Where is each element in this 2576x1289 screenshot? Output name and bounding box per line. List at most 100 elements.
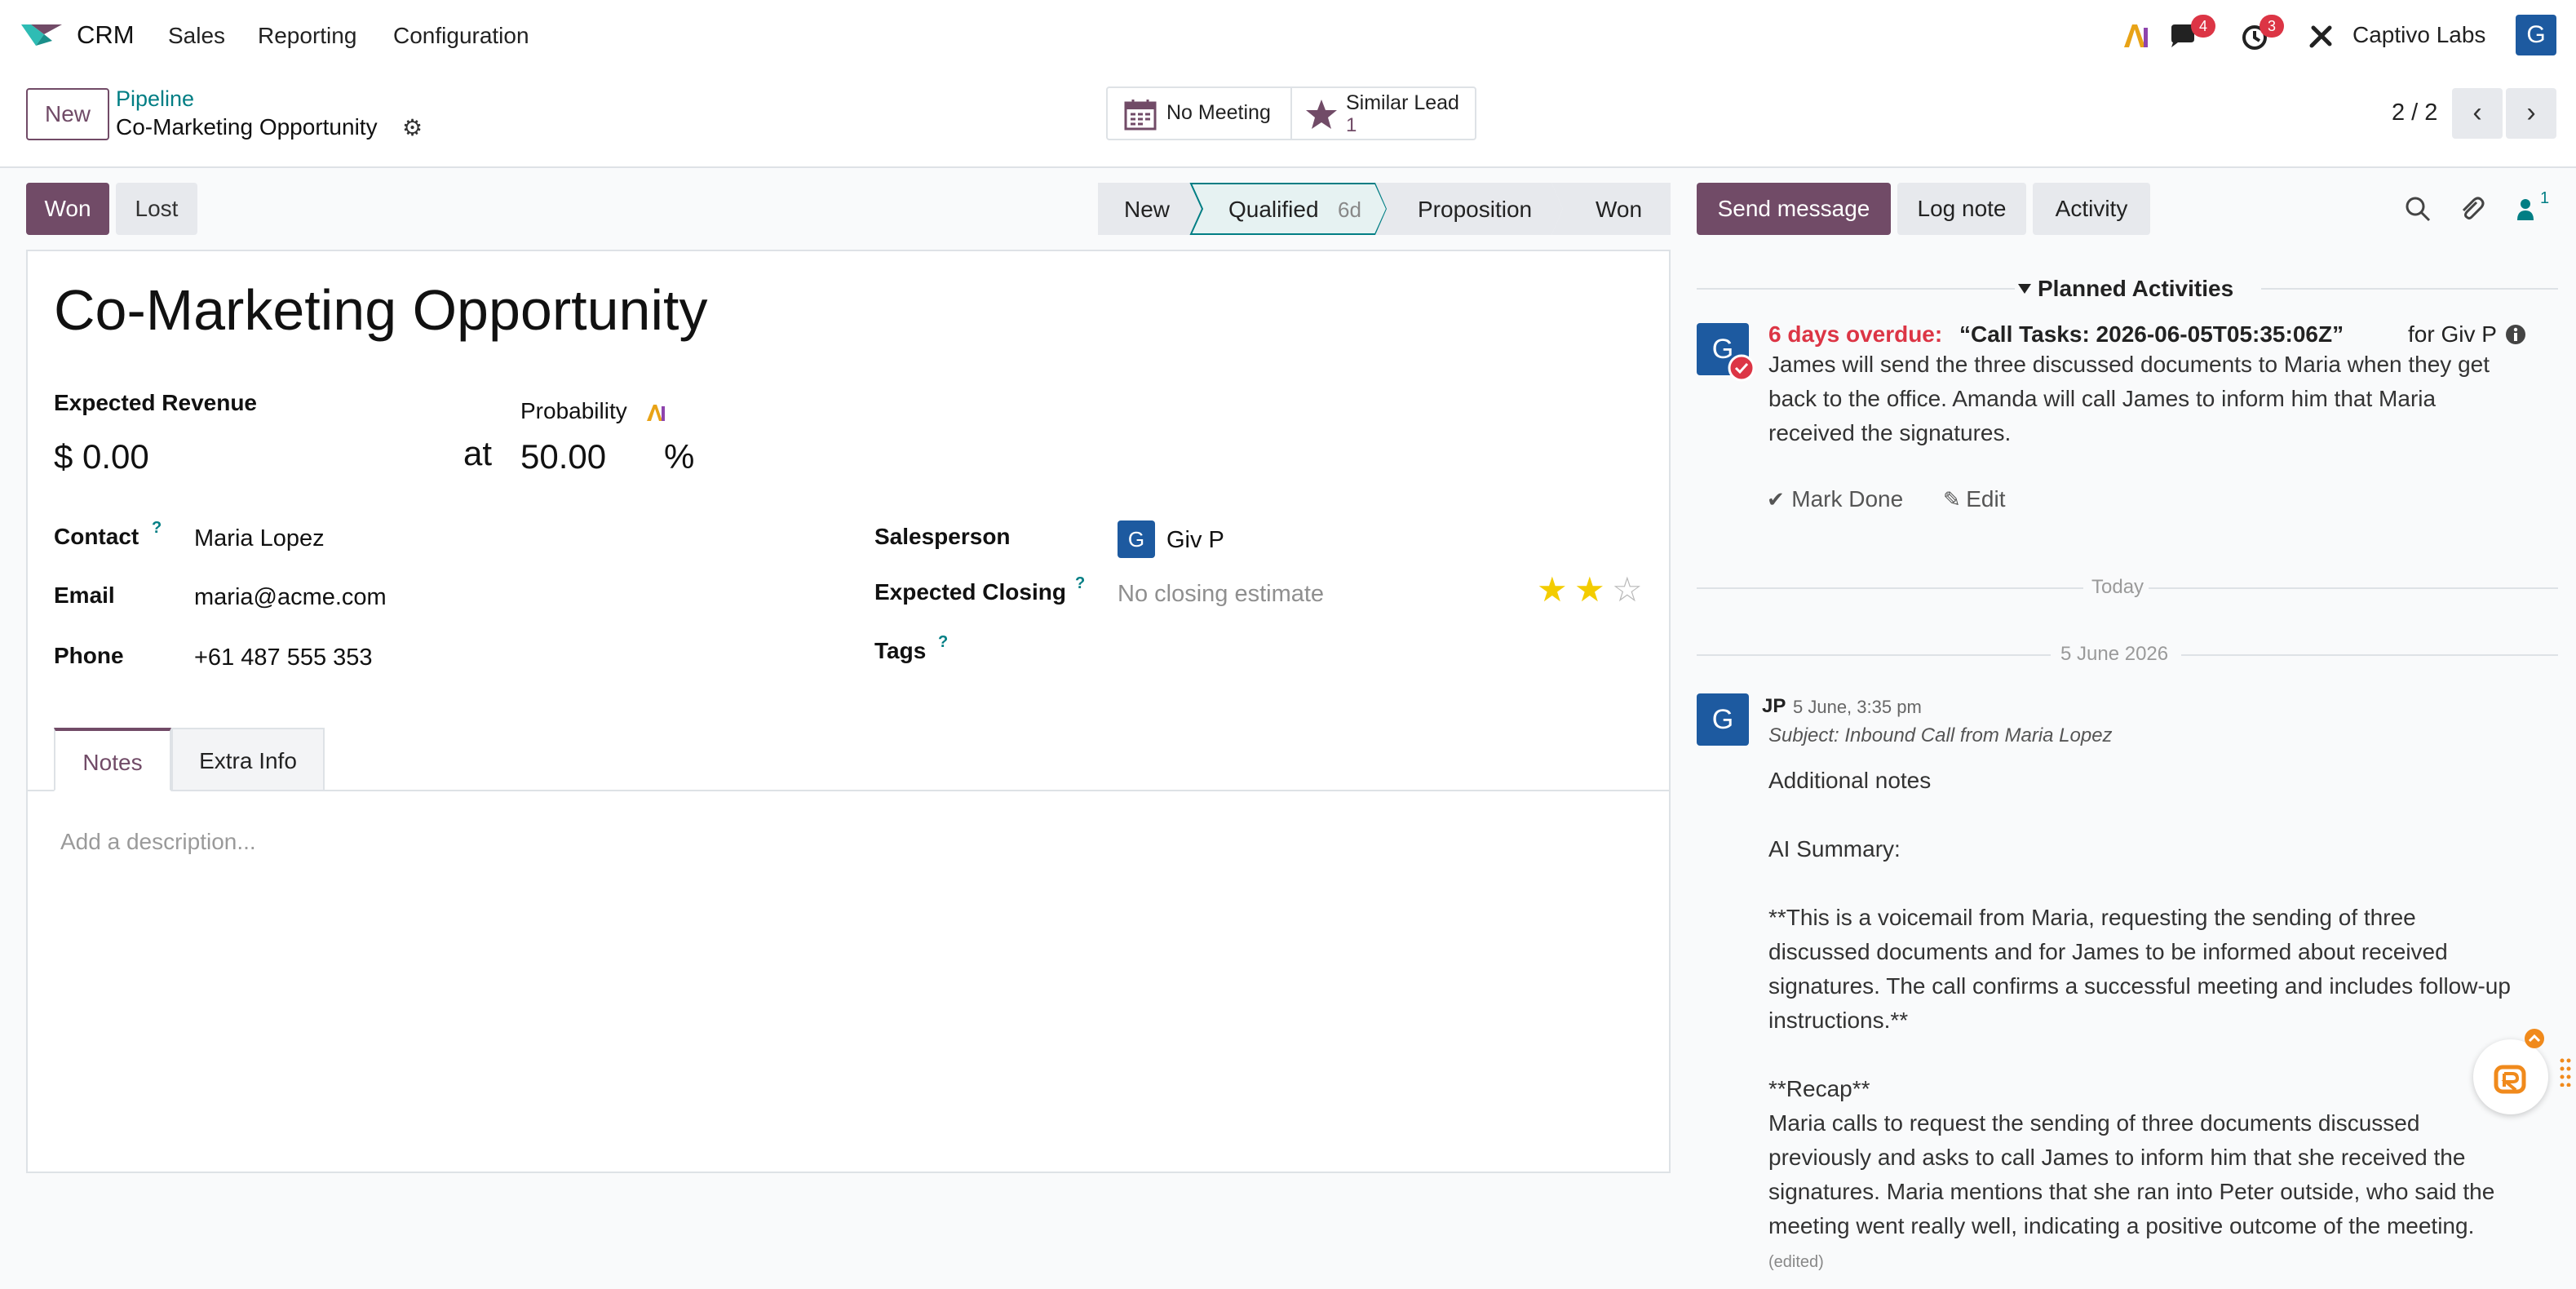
ai-icon[interactable] (644, 401, 667, 424)
message-line: AI Summary: (1768, 836, 1901, 862)
robot-icon (2494, 1065, 2526, 1094)
message-line: signatures. The call confirms a successf… (1768, 973, 2511, 999)
contact-label: Contact (54, 524, 139, 549)
breadcrumb-parent[interactable]: Pipeline (116, 86, 194, 112)
priority-star-empty-icon[interactable]: ☆ (1612, 573, 1643, 607)
gear-icon[interactable]: ⚙ (402, 114, 423, 141)
stage-statusbar: New Qualified 6d Proposition Won (1098, 183, 1671, 235)
top-navbar: CRM Sales Reporting Configuration 4 3 Ca… (0, 0, 2576, 72)
message-body: Additional notes AI Summary: **This is a… (1768, 764, 2511, 1243)
probability-field[interactable]: 50.00 (520, 437, 606, 476)
activities-badge: 3 (2260, 15, 2284, 38)
breadcrumb-current: Co-Marketing Opportunity (116, 114, 378, 140)
tools-icon[interactable] (2305, 20, 2338, 52)
similar-lead-label: Similar Lead (1346, 91, 1459, 114)
help-icon[interactable]: ? (938, 633, 948, 652)
help-icon[interactable]: ? (1075, 574, 1085, 593)
company-name[interactable]: Captivo Labs (2352, 22, 2485, 48)
at-label: at (463, 434, 493, 472)
phone-field[interactable]: +61 487 555 353 (194, 644, 373, 671)
edit-activity-button[interactable]: ✎ Edit (1943, 486, 2006, 519)
activity-note-line: back to the office. Amanda will call Jam… (1768, 386, 2437, 411)
lost-button[interactable]: Lost (116, 183, 197, 235)
message-line (1768, 798, 2511, 832)
priority-star-icon[interactable]: ★ (1574, 573, 1605, 607)
message-line: **This is a voicemail from Maria, reques… (1768, 905, 2416, 930)
drag-handle-icon[interactable] (2560, 1057, 2571, 1087)
app-name[interactable]: CRM (77, 20, 135, 50)
edit-label: Edit (1966, 486, 2006, 512)
stage-duration: 6d (1338, 197, 1361, 222)
activity-overdue: 6 days overdue: (1768, 321, 1943, 347)
planned-activities-header[interactable]: Planned Activities (2038, 276, 2233, 302)
message-line: meeting went really well, indicating a p… (1768, 1213, 2475, 1238)
menu-sales[interactable]: Sales (168, 23, 225, 49)
tab-extra-info[interactable]: Extra Info (171, 728, 325, 791)
contact-field[interactable]: Maria Lopez (194, 525, 325, 552)
divider (2261, 288, 2558, 290)
search-icon[interactable] (2403, 194, 2432, 224)
similar-lead-button[interactable]: Similar Lead 1 (1290, 86, 1476, 140)
pager-next-icon[interactable]: › (2506, 88, 2556, 139)
ai-icon[interactable] (2119, 20, 2152, 52)
message-line: **Recap** (1768, 1076, 1870, 1101)
info-icon[interactable] (2504, 323, 2527, 346)
crm-logo-icon[interactable] (20, 21, 64, 49)
help-icon[interactable]: ? (152, 519, 162, 538)
check-icon: ✔ (1767, 487, 1785, 512)
lead-title[interactable]: Co-Marketing Opportunity (54, 277, 707, 343)
message-author[interactable]: JP (1762, 695, 1786, 718)
menu-reporting[interactable]: Reporting (258, 23, 356, 49)
form-sheet (26, 250, 1671, 1173)
message-line: Maria calls to request the sending of th… (1768, 1110, 2420, 1136)
percent-label: % (664, 437, 695, 476)
mark-done-button[interactable]: ✔ Mark Done (1767, 486, 1903, 519)
meeting-smart-button[interactable]: No Meeting (1106, 86, 1292, 140)
activity-button[interactable]: Activity (2033, 183, 2150, 235)
followers-icon[interactable] (2512, 194, 2542, 224)
email-field[interactable]: maria@acme.com (194, 584, 387, 611)
log-note-button[interactable]: Log note (1897, 183, 2026, 235)
message-line: instructions.** (1768, 1008, 1909, 1033)
activity-note: James will send the three discussed docu… (1768, 348, 2490, 450)
chevron-up-icon[interactable] (2524, 1028, 2545, 1049)
mark-done-label: Mark Done (1791, 486, 1904, 512)
divider (1697, 587, 2083, 589)
user-avatar[interactable]: G (2516, 15, 2556, 55)
priority-star-icon[interactable]: ★ (1537, 573, 1568, 607)
activity-assignee: for Giv P (2408, 321, 2497, 347)
send-message-button[interactable]: Send message (1697, 183, 1891, 235)
menu-configuration[interactable]: Configuration (393, 23, 529, 49)
stage-label: Qualified (1228, 197, 1319, 222)
pager-value[interactable]: 2 / 2 (2392, 100, 2437, 126)
stage-label: Proposition (1418, 197, 1532, 222)
edited-marker: (edited) (1768, 1253, 1824, 1271)
tags-label: Tags (874, 638, 927, 663)
salesperson-avatar: G (1118, 520, 1155, 558)
divider (1697, 654, 2051, 656)
salesperson-label: Salesperson (874, 524, 1011, 549)
new-button[interactable]: New (26, 88, 109, 140)
calendar-icon (1124, 100, 1157, 131)
expected-revenue-field[interactable]: $ 0.00 (54, 437, 149, 476)
message-date: 5 June, 3:35 pm (1793, 697, 1922, 717)
message-subject: Subject: Inbound Call from Maria Lopez (1768, 724, 2113, 746)
message-line (1768, 866, 2511, 901)
paperclip-icon[interactable] (2457, 194, 2486, 224)
won-button[interactable]: Won (26, 183, 109, 235)
followers-count: 1 (2540, 189, 2550, 207)
tab-notes[interactable]: Notes (54, 728, 171, 791)
salesperson-field[interactable]: Giv P (1166, 527, 1224, 554)
caret-down-icon[interactable] (2016, 282, 2033, 295)
pencil-icon: ✎ (1943, 487, 1961, 512)
floating-action-button[interactable] (2473, 1039, 2548, 1114)
pager-previous-icon[interactable]: ‹ (2452, 88, 2503, 139)
description-field[interactable]: Add a description... (60, 829, 256, 855)
activity-note-line: James will send the three discussed docu… (1768, 352, 2490, 377)
message-line (1768, 1038, 2511, 1072)
divider (2149, 587, 2558, 589)
message-avatar: G (1697, 693, 1749, 746)
divider (2181, 654, 2558, 656)
expected-closing-field[interactable]: No closing estimate (1118, 581, 1324, 608)
activity-summary: “Call Tasks: 2026-06-05T05:35:06Z” (1959, 321, 2344, 347)
